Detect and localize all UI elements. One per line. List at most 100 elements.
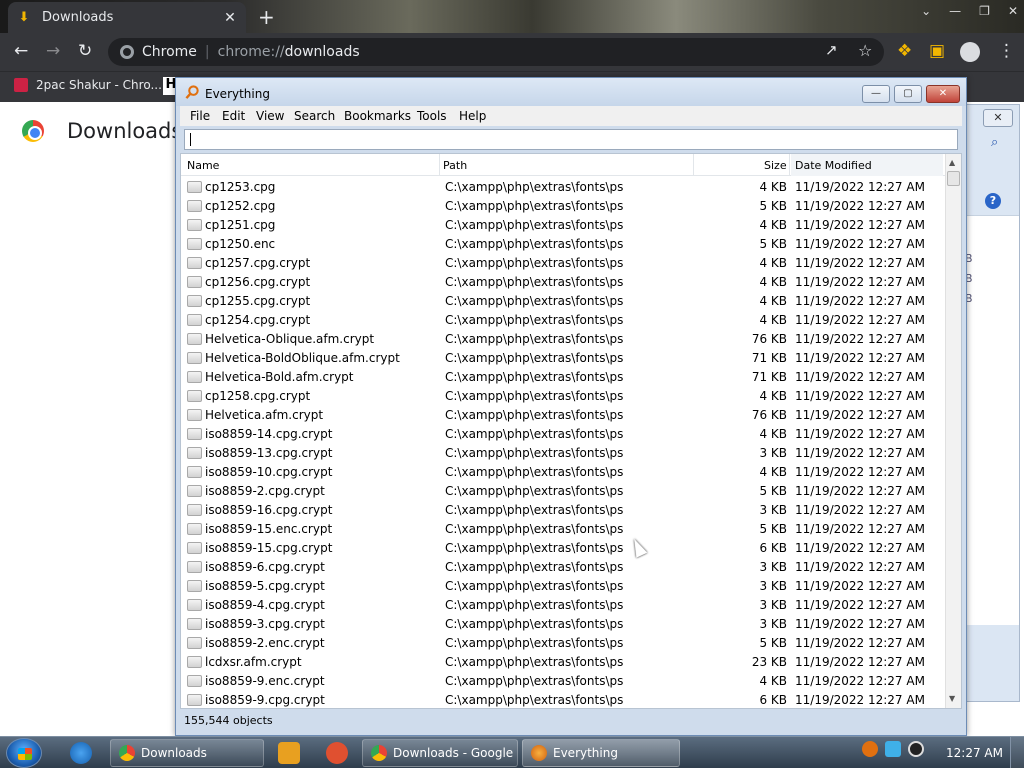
chrome-logo-icon — [22, 120, 44, 142]
taskbar-button-label: Everything — [553, 746, 618, 760]
new-tab-button[interactable]: + — [258, 5, 275, 29]
table-row[interactable]: iso8859-9.cpg.crypt C:\xampp\php\extras\f… — [181, 691, 945, 708]
file-size: 76 KB — [751, 408, 787, 422]
column-name[interactable]: Name — [187, 159, 219, 172]
table-row[interactable]: iso8859-2.enc.crypt C:\xampp\php\extras\f… — [181, 634, 945, 653]
file-path: C:\xampp\php\extras\fonts\ps — [445, 313, 624, 327]
scroll-down-icon[interactable]: ▼ — [949, 694, 955, 703]
file-date: 11/19/2022 12:27 AM — [795, 465, 925, 479]
column-date-modified[interactable]: Date Modified — [795, 159, 872, 172]
tab-downloads[interactable]: ⬇ Downloads ✕ — [8, 2, 246, 33]
table-row[interactable]: Helvetica-BoldOblique.afm.crypt C:\xampp\… — [181, 349, 945, 368]
table-row[interactable]: cp1253.cpg C:\xampp\php\extras\fonts\ps 4 … — [181, 178, 945, 197]
table-row[interactable]: cp1257.cpg.crypt C:\xampp\php\extras\font… — [181, 254, 945, 273]
table-row[interactable]: cp1256.cpg.crypt C:\xampp\php\extras\font… — [181, 273, 945, 292]
taskbar-button-chrome-downloads[interactable]: Downloads - Google ... — [362, 739, 518, 767]
show-desktop-button[interactable] — [1010, 737, 1024, 768]
side-panel-icon[interactable]: ▣ — [929, 41, 945, 61]
close-button[interactable]: ✕ — [1008, 4, 1018, 18]
search-input[interactable] — [184, 129, 958, 150]
column-divider[interactable] — [693, 154, 694, 176]
restore-button[interactable]: ❐ — [979, 4, 990, 18]
minimize-button[interactable]: — — [949, 4, 961, 18]
menu-view[interactable]: View — [256, 109, 284, 123]
minimize-button[interactable]: — — [862, 85, 890, 103]
everything-titlebar[interactable]: Everything — ▢ ✕ — [176, 78, 966, 106]
table-row[interactable]: iso8859-9.enc.crypt C:\xampp\php\extras\f… — [181, 672, 945, 691]
chevron-down-icon[interactable]: ⌄ — [921, 4, 931, 18]
column-divider[interactable] — [439, 154, 440, 176]
file-date: 11/19/2022 12:27 AM — [795, 370, 925, 384]
file-icon — [187, 390, 202, 402]
taskbar-button-everything[interactable]: Everything — [522, 739, 680, 767]
column-divider[interactable] — [789, 154, 790, 176]
menu-search[interactable]: Search — [294, 109, 335, 123]
menu-bookmarks[interactable]: Bookmarks — [344, 109, 411, 123]
start-button[interactable] — [6, 738, 42, 768]
file-path: C:\xampp\php\extras\fonts\ps — [445, 446, 624, 460]
table-row[interactable]: lcdxsr.afm.crypt C:\xampp\php\extras\font… — [181, 653, 945, 672]
forward-arrow-icon[interactable]: → — [46, 41, 60, 61]
file-name: iso8859-4.cpg.crypt — [205, 598, 325, 612]
back-arrow-icon[interactable]: ← — [14, 41, 28, 61]
table-row[interactable]: cp1250.enc C:\xampp\php\extras\fonts\ps 5 … — [181, 235, 945, 254]
column-path[interactable]: Path — [443, 159, 467, 172]
volume-icon[interactable] — [908, 741, 924, 757]
table-row[interactable]: iso8859-5.cpg.crypt C:\xampp\php\extras\f… — [181, 577, 945, 596]
vertical-scrollbar[interactable]: ▲ ▼ — [945, 154, 961, 708]
column-size[interactable]: Size — [764, 159, 787, 172]
close-tab-icon[interactable]: ✕ — [222, 10, 238, 26]
table-row[interactable]: iso8859-2.cpg.crypt C:\xampp\php\extras\f… — [181, 482, 945, 501]
menu-help[interactable]: Help — [459, 109, 486, 123]
table-row[interactable]: iso8859-15.enc.crypt C:\xampp\php\extras\… — [181, 520, 945, 539]
table-row[interactable]: iso8859-14.cpg.crypt C:\xampp\php\extras\… — [181, 425, 945, 444]
file-path: C:\xampp\php\extras\fonts\ps — [445, 541, 624, 555]
bookmark-2pac[interactable]: 2pac Shakur - Chro... — [14, 78, 162, 92]
maximize-button[interactable]: ▢ — [894, 85, 922, 103]
media-player-icon[interactable] — [278, 742, 300, 764]
help-icon[interactable]: ? — [985, 193, 1001, 209]
share-icon[interactable]: ↗ — [825, 41, 838, 59]
internet-explorer-icon[interactable] — [70, 742, 92, 764]
table-row[interactable]: cp1251.cpg C:\xampp\php\extras\fonts\ps 4 … — [181, 216, 945, 235]
file-path: C:\xampp\php\extras\fonts\ps — [445, 275, 624, 289]
table-row[interactable]: iso8859-10.cpg.crypt C:\xampp\php\extras\… — [181, 463, 945, 482]
table-row[interactable]: iso8859-16.cpg.crypt C:\xampp\php\extras\… — [181, 501, 945, 520]
menu-tools[interactable]: Tools — [417, 109, 447, 123]
status-bar: 155,544 objects — [184, 714, 273, 727]
table-row[interactable]: iso8859-15.cpg.crypt C:\xampp\php\extras\… — [181, 539, 945, 558]
scroll-up-icon[interactable]: ▲ — [949, 158, 955, 167]
app-icon[interactable] — [326, 742, 348, 764]
reload-icon[interactable]: ↻ — [78, 41, 92, 61]
scrollbar-thumb[interactable] — [947, 171, 960, 186]
network-icon[interactable] — [885, 741, 901, 757]
table-row[interactable]: Helvetica-Oblique.afm.crypt C:\xampp\php\… — [181, 330, 945, 349]
close-button[interactable]: ✕ — [983, 109, 1013, 127]
table-row[interactable]: iso8859-4.cpg.crypt C:\xampp\php\extras\f… — [181, 596, 945, 615]
profile-avatar[interactable] — [960, 42, 980, 62]
close-button[interactable]: ✕ — [926, 85, 960, 103]
star-icon[interactable]: ☆ — [858, 41, 872, 60]
table-row[interactable]: iso8859-13.cpg.crypt C:\xampp\php\extras\… — [181, 444, 945, 463]
table-row[interactable]: iso8859-6.cpg.crypt C:\xampp\php\extras\f… — [181, 558, 945, 577]
file-icon — [187, 409, 202, 421]
extensions-icon[interactable]: ❖ — [897, 41, 912, 61]
table-row[interactable]: Helvetica-Bold.afm.crypt C:\xampp\php\ext… — [181, 368, 945, 387]
table-row[interactable]: Helvetica.afm.crypt C:\xampp\php\extras\f… — [181, 406, 945, 425]
file-date: 11/19/2022 12:27 AM — [795, 579, 925, 593]
menu-file[interactable]: File — [190, 109, 210, 123]
file-date: 11/19/2022 12:27 AM — [795, 294, 925, 308]
search-icon[interactable]: ⌕ — [991, 135, 998, 150]
address-bar[interactable]: Chrome | chrome:// downloads — [108, 38, 884, 66]
menu-edit[interactable]: Edit — [222, 109, 245, 123]
table-row[interactable]: cp1252.cpg C:\xampp\php\extras\fonts\ps 5 … — [181, 197, 945, 216]
table-row[interactable]: cp1255.cpg.crypt C:\xampp\php\extras\font… — [181, 292, 945, 311]
taskbar-clock[interactable]: 12:27 AM — [946, 746, 1003, 760]
everything-tray-icon[interactable] — [862, 741, 878, 757]
table-row[interactable]: cp1254.cpg.crypt C:\xampp\php\extras\font… — [181, 311, 945, 330]
kebab-menu-icon[interactable]: ⋮ — [998, 41, 1015, 61]
file-size: 6 KB — [759, 541, 787, 555]
table-row[interactable]: iso8859-3.cpg.crypt C:\xampp\php\extras\f… — [181, 615, 945, 634]
taskbar-button-downloads[interactable]: Downloads — [110, 739, 264, 767]
table-row[interactable]: cp1258.cpg.crypt C:\xampp\php\extras\font… — [181, 387, 945, 406]
